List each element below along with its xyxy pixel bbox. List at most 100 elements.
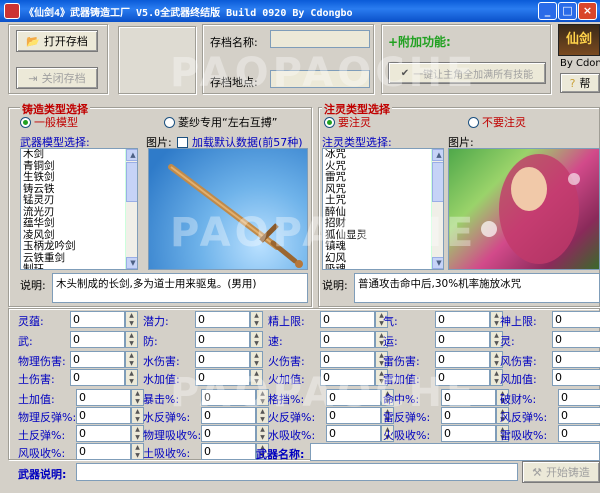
stat-spinner[interactable]: 0▲▼	[195, 351, 263, 368]
list-item[interactable]: 雷咒	[323, 171, 443, 184]
stat-spinner[interactable]: 0▲▼	[435, 311, 503, 328]
close-save-button[interactable]: ⇥ 关闭存档	[16, 67, 98, 89]
stat-value-input[interactable]: 0	[435, 369, 490, 386]
stat-value-input[interactable]: 0	[70, 331, 125, 348]
spin-up-icon[interactable]: ▲	[257, 426, 268, 434]
spin-up-icon[interactable]: ▲	[251, 332, 262, 340]
spin-up-icon[interactable]: ▲	[132, 408, 143, 416]
stat-value-input[interactable]: 0	[320, 351, 375, 368]
stat-value-input[interactable]: 0	[195, 351, 250, 368]
spin-down-icon[interactable]: ▼	[132, 434, 143, 442]
spin-arrows[interactable]: ▲ ▼	[250, 331, 263, 348]
open-save-button[interactable]: 📂 打开存档	[16, 30, 98, 52]
spin-down-icon[interactable]: ▼	[132, 416, 143, 424]
spin-up-icon[interactable]: ▲	[126, 332, 137, 340]
spin-down-icon[interactable]: ▼	[251, 340, 262, 348]
spin-down-icon[interactable]: ▼	[132, 452, 143, 460]
stat-value-input[interactable]: 0	[435, 351, 490, 368]
stat-spinner[interactable]: 0▲▼	[76, 407, 144, 424]
stat-value-input[interactable]: 0	[558, 407, 600, 424]
stat-value-input[interactable]: 0	[552, 369, 600, 386]
spirit-type-list[interactable]: 冰咒 火咒 雷咒 风咒 土咒 醉仙 招财 狐仙显灵 镇魂 幻风 吸魂 ▲ ▼	[322, 148, 444, 270]
weapon-model-list[interactable]: 木剑 青铜剑 生铁剑 铸云铁 锰灵刃 流光刃 蕴华剑 凌风剑 玉柄龙吟剑 云铁重…	[20, 148, 138, 270]
stat-spinner[interactable]: 0▲▼	[320, 351, 388, 368]
list-item[interactable]: 生铁剑	[21, 171, 137, 184]
stat-value-input[interactable]: 0	[70, 311, 125, 328]
stat-value-input[interactable]: 0	[201, 407, 256, 424]
stat-spinner[interactable]: 0▲▼	[320, 331, 388, 348]
stat-value-input[interactable]: 0	[435, 331, 490, 348]
radio-spirit-no[interactable]: 不要注灵	[468, 114, 526, 130]
close-window-button[interactable]: ×	[578, 2, 597, 20]
stat-spinner[interactable]: 0▲▼	[201, 407, 269, 424]
stat-value-input[interactable]: 0	[320, 369, 375, 386]
stat-value-input[interactable]: 0	[326, 389, 381, 406]
stat-spinner[interactable]: 0▲▼	[70, 351, 138, 368]
stat-spinner[interactable]: 0▲▼	[70, 311, 138, 328]
scroll-thumb[interactable]	[432, 162, 443, 202]
maximize-button[interactable]: □	[558, 2, 577, 20]
list-item[interactable]: 制珏	[21, 263, 137, 269]
list-item[interactable]: 冰咒	[323, 149, 443, 161]
spin-up-icon[interactable]: ▲	[132, 444, 143, 452]
stat-spinner[interactable]: 0▲▼	[441, 407, 509, 424]
stat-spinner[interactable]: 0▲▼	[552, 331, 600, 348]
stat-spinner[interactable]: 0▲▼	[195, 331, 263, 348]
stat-value-input[interactable]: 0	[195, 331, 250, 348]
spin-up-icon[interactable]: ▲	[257, 390, 268, 398]
stat-spinner[interactable]: 0▲▼	[70, 331, 138, 348]
spin-arrows[interactable]: ▲ ▼	[250, 311, 263, 328]
scroll-up-icon[interactable]: ▲	[126, 149, 137, 161]
max-skills-button[interactable]: ✔ 一键让主角全加满所有技能	[388, 62, 546, 84]
stat-value-input[interactable]: 0	[326, 407, 381, 424]
stat-value-input[interactable]: 0	[201, 443, 256, 460]
weapon-name-input[interactable]	[310, 443, 600, 461]
stat-value-input[interactable]: 0	[76, 425, 131, 442]
spin-down-icon[interactable]: ▼	[257, 416, 268, 424]
stat-value-input[interactable]: 0	[76, 389, 131, 406]
stat-value-input[interactable]: 0	[76, 407, 131, 424]
stat-spinner[interactable]: 0▲▼	[435, 369, 503, 386]
scroll-thumb[interactable]	[126, 162, 137, 202]
weapon-desc-input[interactable]	[76, 463, 518, 481]
spin-down-icon[interactable]: ▼	[126, 340, 137, 348]
stat-value-input[interactable]: 0	[441, 425, 496, 442]
stat-spinner[interactable]: 0▲▼	[70, 369, 138, 386]
spin-up-icon[interactable]: ▲	[126, 370, 137, 378]
stat-spinner[interactable]: 0▲▼	[441, 389, 509, 406]
radio-special-model[interactable]: 菱纱专用“左右互搏”	[164, 114, 277, 130]
spin-up-icon[interactable]: ▲	[251, 312, 262, 320]
spirit-list-scrollbar[interactable]: ▲ ▼	[431, 149, 443, 269]
spin-arrows[interactable]: ▲ ▼	[250, 369, 263, 386]
stat-spinner[interactable]: 0▲▼	[435, 331, 503, 348]
stat-value-input[interactable]: 0	[552, 311, 600, 328]
spin-down-icon[interactable]: ▼	[126, 320, 137, 328]
minimize-button[interactable]: _	[538, 2, 557, 20]
list-item[interactable]: 玉柄龙吟剑	[21, 240, 137, 253]
spin-up-icon[interactable]: ▲	[126, 312, 137, 320]
stat-spinner[interactable]: 0▲▼	[558, 425, 600, 442]
stat-spinner[interactable]: 0▲▼	[552, 311, 600, 328]
stat-value-input[interactable]: 0	[435, 311, 490, 328]
stat-spinner[interactable]: 0▲▼	[552, 351, 600, 368]
stat-spinner[interactable]: 0▲▼	[201, 389, 269, 406]
stat-value-input[interactable]: 0	[558, 389, 600, 406]
list-item[interactable]: 镇魂	[323, 240, 443, 253]
spin-up-icon[interactable]: ▲	[251, 352, 262, 360]
stat-spinner[interactable]: 0▲▼	[435, 351, 503, 368]
spin-down-icon[interactable]: ▼	[126, 360, 137, 368]
stat-spinner[interactable]: 0▲▼	[201, 425, 269, 442]
stat-spinner[interactable]: 0▲▼	[558, 389, 600, 406]
list-item[interactable]: 锰灵刃	[21, 194, 137, 207]
spin-arrows[interactable]: ▲ ▼	[125, 331, 138, 348]
stat-spinner[interactable]: 0▲▼	[195, 311, 263, 328]
stat-spinner[interactable]: 0▲▼	[76, 389, 144, 406]
scroll-down-icon[interactable]: ▼	[432, 257, 443, 269]
stat-value-input[interactable]: 0	[195, 369, 250, 386]
spin-arrows[interactable]: ▲ ▼	[250, 351, 263, 368]
list-item[interactable]: 吸魂	[323, 263, 443, 269]
spin-down-icon[interactable]: ▼	[126, 378, 137, 386]
stat-value-input[interactable]: 0	[558, 425, 600, 442]
stat-value-input[interactable]: 0	[552, 331, 600, 348]
radio-spirit-yes[interactable]: 要注灵	[324, 114, 371, 130]
